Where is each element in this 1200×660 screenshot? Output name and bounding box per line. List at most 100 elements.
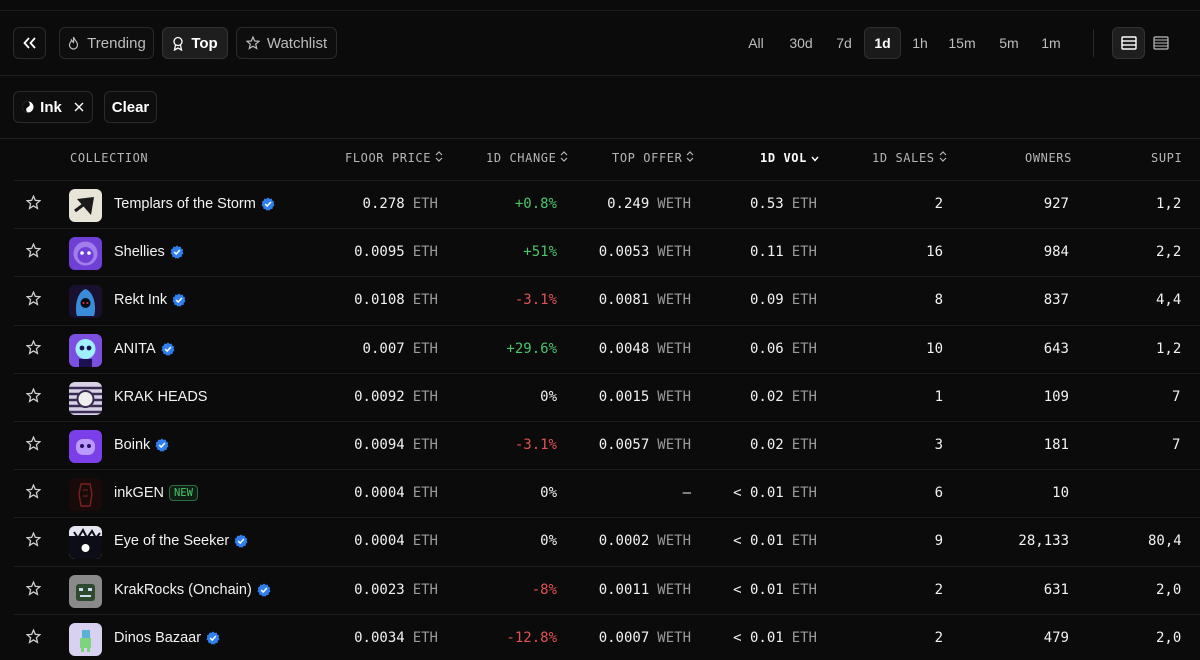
timeframe-1h[interactable]: 1h — [905, 27, 935, 59]
favorite-star-icon[interactable] — [26, 532, 41, 548]
tab-watchlist-label: Watchlist — [266, 34, 328, 52]
floor-price: 0.0004 ETH — [354, 485, 438, 501]
change-1d-value: 0% — [540, 533, 557, 550]
favorite-star-icon[interactable] — [26, 580, 41, 596]
column-floor-price[interactable]: FLOOR PRICE — [345, 151, 443, 165]
collection-avatar — [69, 189, 102, 222]
favorite-star-icon[interactable] — [26, 339, 41, 355]
floor-price-unit: ETH — [412, 629, 438, 646]
column-supply[interactable]: SUPI — [1151, 151, 1182, 165]
floor-price-value: 0.0095 — [354, 244, 405, 261]
table-row[interactable]: Shellies 0.0095 ETH +51% 0.0053 WETH 0.11 ETH 16… — [14, 228, 1200, 276]
owners-count-value: 927 — [1043, 196, 1069, 212]
volume-1d-unit: ETH — [791, 437, 817, 453]
ink-chain-icon — [22, 101, 34, 113]
column-collection[interactable]: COLLECTION — [70, 151, 148, 165]
table-row[interactable]: Dinos Bazaar 0.0034 ETH -12.8% 0.0007 WETH < 0… — [14, 613, 1200, 660]
timeframe-1d[interactable]: 1d — [864, 27, 901, 59]
favorite-star-icon[interactable] — [26, 195, 41, 210]
floor-price-value: 0.0094 — [354, 437, 405, 453]
table-row[interactable]: ANITA 0.007 ETH +29.6% 0.0048 WETH 0.06 ETH 10 64… — [14, 324, 1200, 373]
volume-1d-value: 0.02 — [749, 437, 784, 453]
collection-name[interactable]: Templars of the Storm — [114, 196, 275, 212]
column-top-offer[interactable]: TOP OFFER — [612, 151, 694, 165]
collection-name[interactable]: inkGEN NEW — [114, 485, 198, 502]
tab-trending[interactable]: Trending — [59, 27, 154, 59]
timeframe-7d[interactable]: 7d — [829, 27, 859, 59]
double-chevron-left-icon — [22, 37, 37, 49]
timeframe-15m[interactable]: 15m — [943, 27, 981, 59]
favorite-star-icon[interactable] — [26, 484, 41, 499]
collection-name[interactable]: KrakRocks (Onchain) — [114, 582, 271, 598]
volume-1d-unit: ETH — [791, 533, 817, 550]
collection-avatar — [69, 237, 102, 271]
volume-1d-unit: ETH — [791, 196, 817, 212]
column-1d-sales[interactable]: 1D SALES — [872, 151, 947, 165]
clear-filters-button[interactable]: Clear — [104, 91, 157, 123]
volume-1d-value: < 0.01 — [733, 581, 784, 598]
top-offer: 0.0053 WETH — [599, 244, 691, 260]
volume-1d-unit: ETH — [791, 388, 817, 405]
supply-count-value: 80,4 — [1148, 533, 1182, 550]
collection-name[interactable]: Shellies — [114, 244, 184, 260]
supply-count-value: 2,2 — [1156, 244, 1182, 261]
collection-name[interactable]: Eye of the Seeker — [114, 533, 248, 549]
volume-1d: 0.06 ETH — [750, 341, 817, 357]
floor-price: 0.278 ETH — [363, 196, 438, 212]
timeframe-1m[interactable]: 1m — [1035, 27, 1067, 59]
sales-1d-value: 10 — [926, 340, 943, 357]
table-row[interactable]: KrakRocks (Onchain) 0.0023 ETH -8% 0.0011 WET… — [14, 565, 1200, 614]
volume-1d-unit: ETH — [791, 292, 817, 309]
verified-badge-icon — [257, 583, 271, 597]
floor-price: 0.0095 ETH — [354, 244, 438, 260]
table-row[interactable]: Rekt Ink 0.0108 ETH -3.1% 0.0081 WETH 0.09 ETH 8… — [14, 276, 1200, 324]
collection-name[interactable]: Dinos Bazaar — [114, 630, 220, 646]
column-top-offer-label: TOP OFFER — [612, 151, 683, 165]
change-1d: -8% — [532, 582, 557, 598]
collapse-sidebar-button[interactable] — [13, 27, 46, 59]
timeframe-5m[interactable]: 5m — [991, 27, 1027, 59]
collection-avatar — [69, 478, 102, 512]
collection-name[interactable]: KRAK HEADS — [114, 389, 207, 405]
table-row[interactable]: Eye of the Seeker 0.0004 ETH 0% 0.0002 WETH < … — [14, 517, 1200, 565]
favorite-star-icon[interactable] — [26, 628, 41, 644]
supply-count-value: 4,4 — [1156, 292, 1182, 309]
collection-name[interactable]: Rekt Ink — [114, 292, 186, 308]
supply-count: 1,2 — [1156, 196, 1181, 212]
column-1d-change[interactable]: 1D CHANGE — [486, 151, 568, 165]
tab-top[interactable]: Top — [162, 27, 228, 59]
favorite-star-icon[interactable] — [26, 436, 41, 451]
top-offer-unit: WETH — [657, 244, 691, 261]
timeframe-all[interactable]: All — [739, 27, 773, 59]
chain-filter-chip[interactable]: Ink — [13, 91, 93, 123]
table-row[interactable]: KRAK HEADS 0.0092 ETH 0% 0.0015 WETH 0.02 ETH 1 1… — [14, 372, 1200, 421]
top-offer: 0.0007 WETH — [599, 630, 691, 646]
view-compact-button[interactable] — [1146, 27, 1176, 59]
top-offer-value: 0.0057 — [598, 437, 650, 453]
column-1d-vol[interactable]: 1D VOL — [760, 151, 819, 165]
table-row[interactable]: Templars of the Storm 0.278 ETH +0.8% 0.249 W… — [14, 180, 1200, 228]
sales-1d: 6 — [935, 485, 943, 501]
table-row[interactable]: Boink 0.0094 ETH -3.1% 0.0057 WETH 0.02 ETH 3 181… — [14, 421, 1200, 469]
volume-1d-unit: ETH — [791, 244, 817, 261]
favorite-star-icon[interactable] — [26, 387, 41, 403]
close-icon[interactable] — [74, 102, 84, 112]
top-offer: 0.0057 WETH — [599, 437, 691, 453]
owners-count-value: 109 — [1043, 388, 1069, 405]
favorite-star-icon[interactable] — [26, 291, 41, 307]
change-1d: -3.1% — [515, 292, 557, 308]
volume-1d: < 0.01 ETH — [733, 533, 817, 549]
new-badge: NEW — [168, 485, 198, 502]
view-comfortable-button[interactable] — [1112, 27, 1145, 59]
favorite-star-icon[interactable] — [26, 243, 41, 258]
column-owners[interactable]: OWNERS — [1025, 151, 1072, 165]
collection-name[interactable]: ANITA — [114, 341, 175, 357]
chain-filter-label: Ink — [40, 98, 62, 116]
owners-count: 984 — [1044, 244, 1069, 260]
list-dense-icon — [1153, 36, 1169, 50]
timeframe-30d[interactable]: 30d — [783, 27, 819, 59]
tab-watchlist[interactable]: Watchlist — [236, 27, 337, 59]
table-row[interactable]: inkGEN NEW 0.0004 ETH 0% – < 0.01 ETH 6 10 — [14, 469, 1200, 517]
collection-name[interactable]: Boink — [114, 437, 169, 453]
owners-count: 927 — [1044, 196, 1069, 212]
